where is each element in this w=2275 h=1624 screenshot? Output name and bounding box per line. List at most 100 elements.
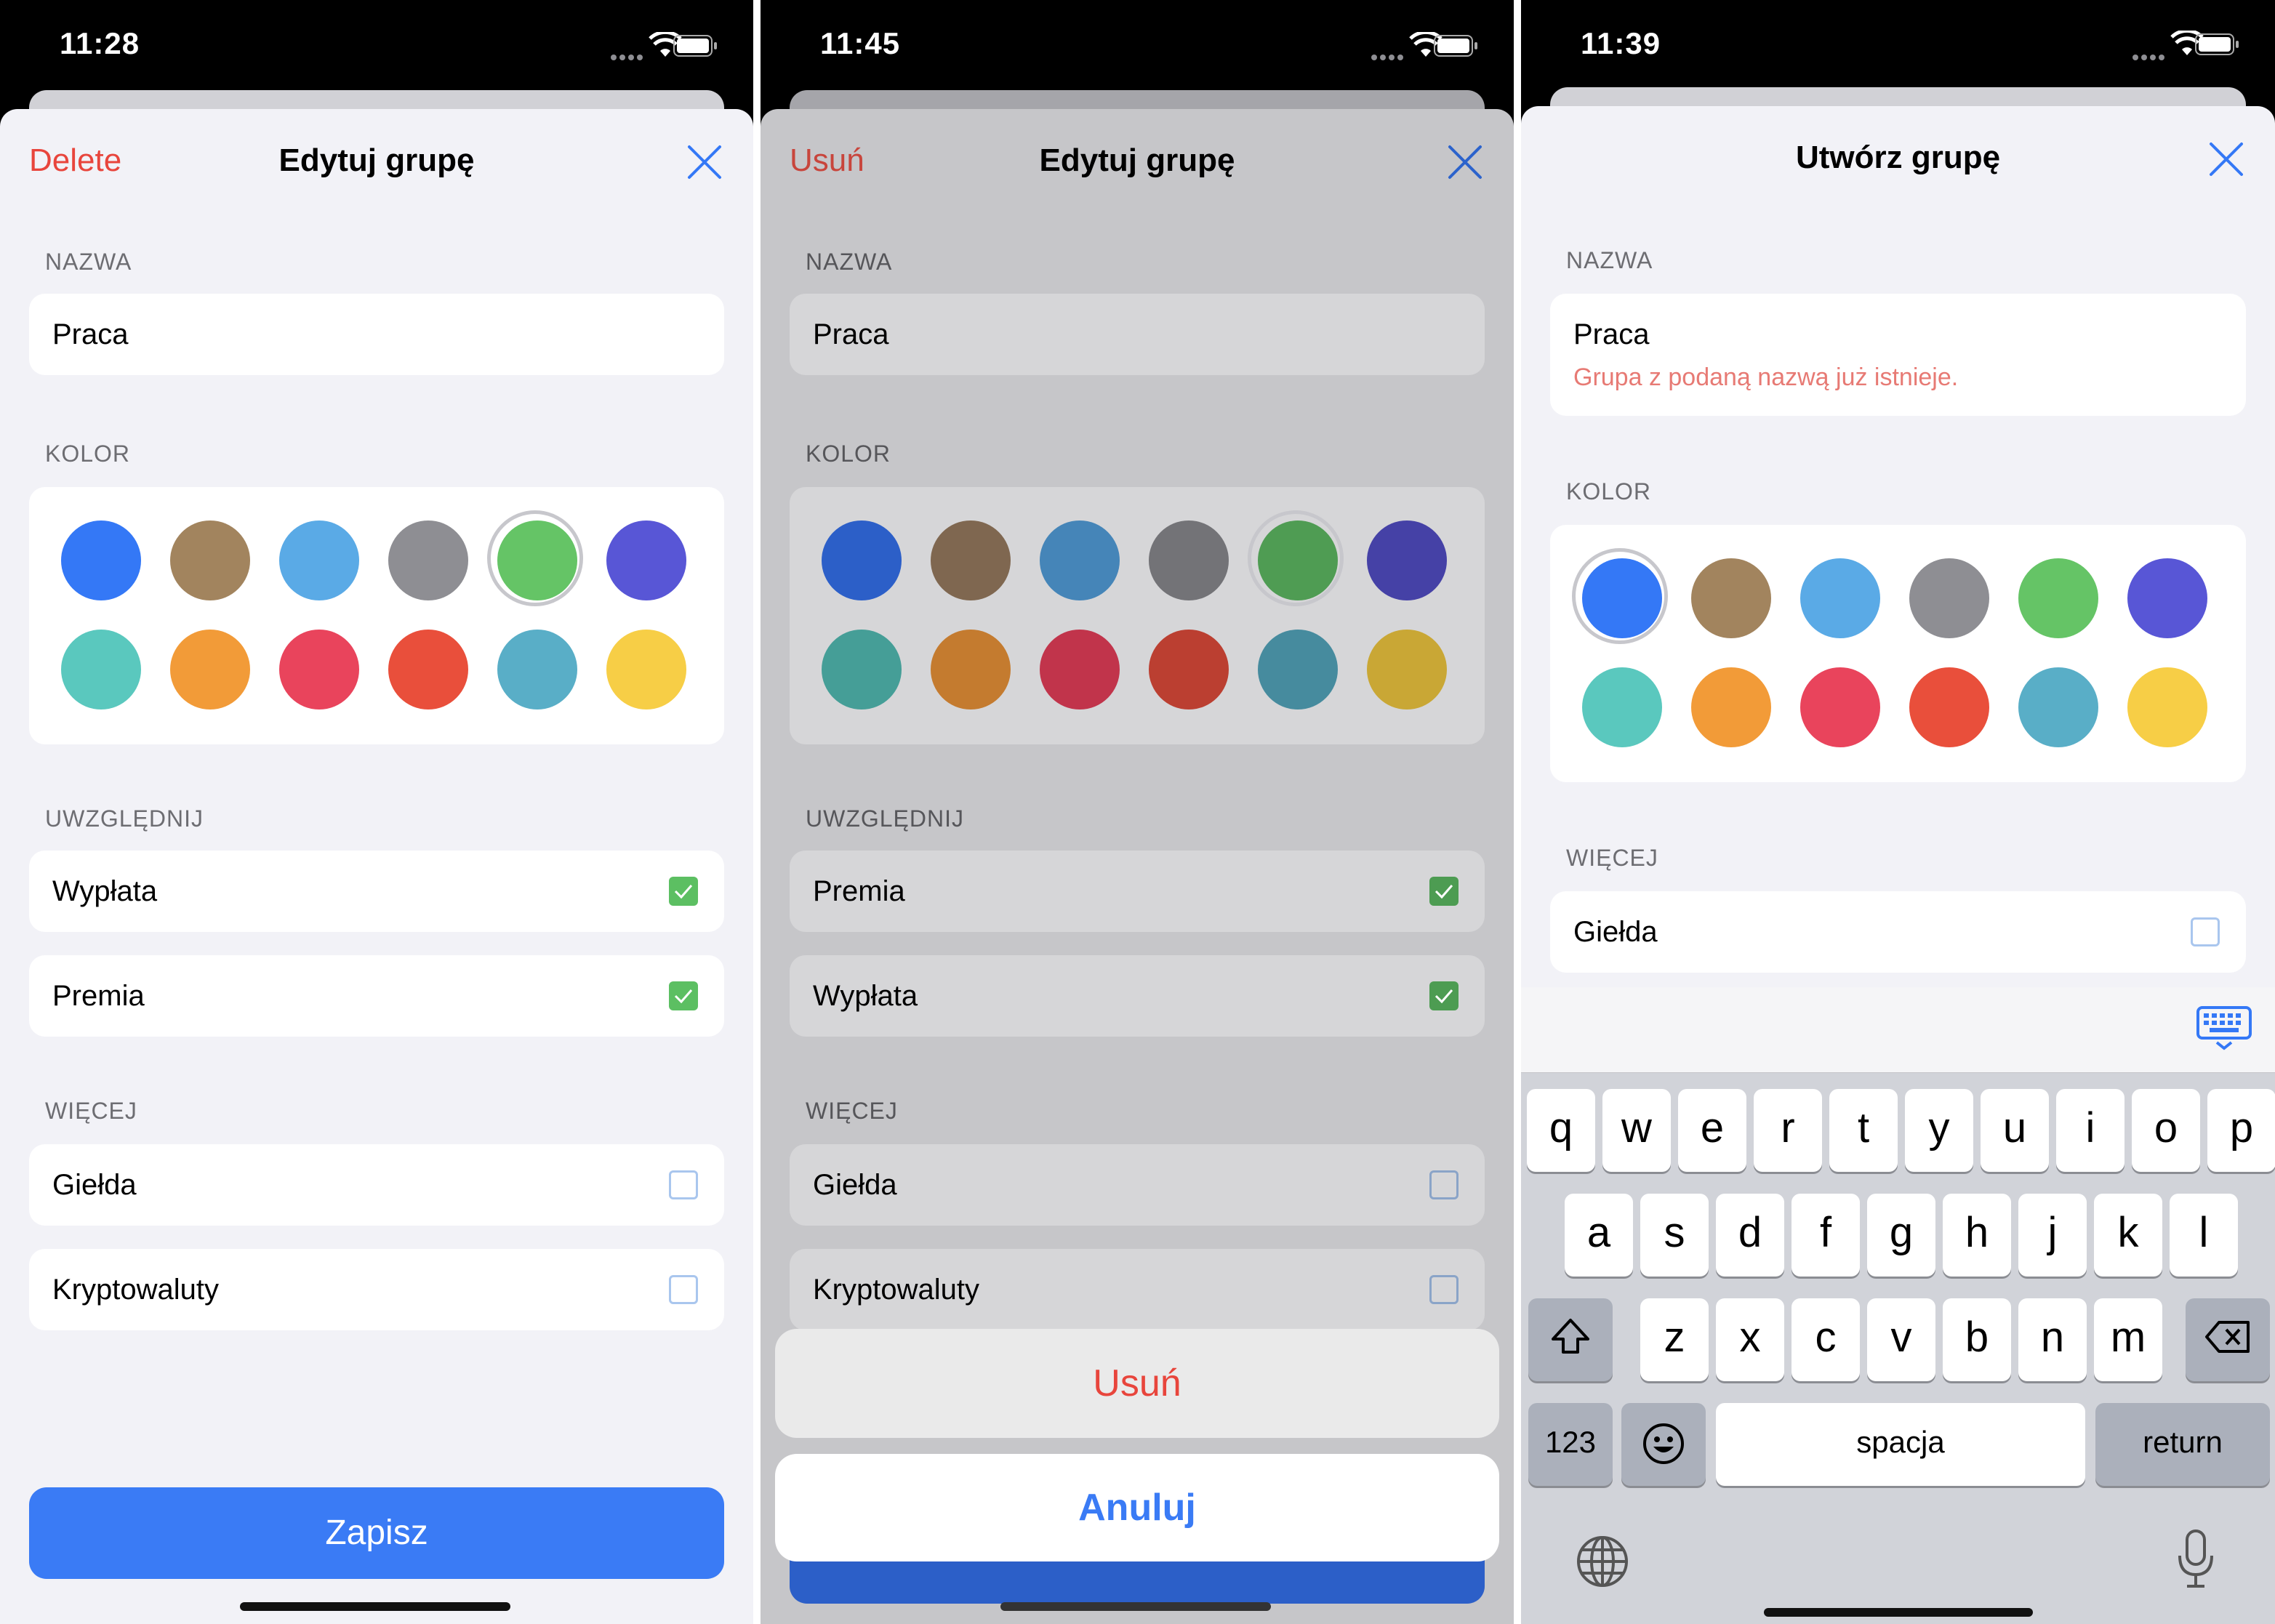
key-n[interactable]: n [2018, 1298, 2087, 1381]
key-f[interactable]: f [1791, 1194, 1860, 1277]
key-s[interactable]: s [1640, 1194, 1709, 1277]
color-swatch[interactable] [1040, 520, 1120, 600]
page-title: Edytuj grupę [278, 142, 475, 178]
color-swatch[interactable] [606, 630, 686, 710]
checkbox-checked[interactable] [669, 981, 698, 1010]
key-g[interactable]: g [1867, 1194, 1935, 1277]
color-swatch[interactable] [2018, 558, 2098, 638]
color-swatch[interactable] [931, 630, 1011, 710]
color-swatch-selected[interactable] [487, 510, 583, 606]
color-swatch[interactable] [1909, 558, 1989, 638]
color-swatch[interactable] [822, 520, 902, 600]
list-item[interactable]: Kryptowaluty [790, 1249, 1485, 1330]
key-z[interactable]: z [1640, 1298, 1709, 1381]
key-m[interactable]: m [2094, 1298, 2162, 1381]
checkbox-unchecked[interactable] [1429, 1275, 1459, 1304]
key-p[interactable]: p [2207, 1089, 2275, 1172]
list-item[interactable]: Giełda [790, 1144, 1485, 1226]
key-x[interactable]: x [1716, 1298, 1784, 1381]
list-item[interactable]: Giełda [1550, 891, 2246, 973]
backspace-key[interactable] [2186, 1298, 2270, 1381]
color-swatch[interactable] [2018, 667, 2098, 747]
key-i[interactable]: i [2056, 1089, 2124, 1172]
shift-key[interactable] [1528, 1298, 1613, 1381]
key-q[interactable]: q [1527, 1089, 1595, 1172]
key-o[interactable]: o [2132, 1089, 2200, 1172]
globe-icon[interactable] [1575, 1534, 1630, 1589]
color-swatch[interactable] [1800, 558, 1880, 638]
numbers-key[interactable]: 123 [1528, 1403, 1613, 1486]
list-item[interactable]: Giełda [29, 1144, 724, 1226]
color-swatch[interactable] [1367, 520, 1447, 600]
color-swatch[interactable] [1367, 630, 1447, 710]
color-swatch[interactable] [1582, 667, 1662, 747]
space-key[interactable]: spacja [1716, 1403, 2085, 1486]
color-swatch[interactable] [1149, 520, 1229, 600]
save-button[interactable]: Zapisz [29, 1487, 724, 1579]
key-d[interactable]: d [1716, 1194, 1784, 1277]
color-swatch[interactable] [61, 630, 141, 710]
color-swatch[interactable] [931, 520, 1011, 600]
close-icon[interactable] [686, 144, 723, 180]
checkbox-unchecked[interactable] [669, 1275, 698, 1304]
key-l[interactable]: l [2170, 1194, 2238, 1277]
checkbox-checked[interactable] [1429, 981, 1459, 1010]
return-key[interactable]: return [2095, 1403, 2270, 1486]
key-y[interactable]: y [1905, 1089, 1973, 1172]
color-swatch[interactable] [1909, 667, 1989, 747]
checkbox-checked[interactable] [669, 877, 698, 906]
list-item[interactable]: Wypłata [790, 955, 1485, 1037]
close-icon[interactable] [1447, 144, 1483, 180]
color-swatch[interactable] [170, 520, 250, 600]
color-swatch[interactable] [1800, 667, 1880, 747]
name-field[interactable]: Praca [790, 294, 1485, 375]
list-item[interactable]: Kryptowaluty [29, 1249, 724, 1330]
checkbox-unchecked[interactable] [2191, 917, 2220, 946]
color-swatch[interactable] [497, 630, 577, 710]
list-item-label: Kryptowaluty [52, 1274, 219, 1306]
key-j[interactable]: j [2018, 1194, 2087, 1277]
emoji-key[interactable] [1621, 1403, 1706, 1486]
key-w[interactable]: w [1602, 1089, 1671, 1172]
color-swatch[interactable] [388, 520, 468, 600]
list-item[interactable]: Premia [790, 851, 1485, 932]
color-swatch[interactable] [388, 630, 468, 710]
color-swatch[interactable] [1040, 630, 1120, 710]
keyboard-dismiss-icon[interactable] [2195, 1005, 2253, 1051]
key-k[interactable]: k [2094, 1194, 2162, 1277]
checkbox-unchecked[interactable] [669, 1170, 698, 1199]
name-field[interactable]: Praca Grupa z podaną nazwą już istnieje. [1550, 294, 2246, 416]
key-a[interactable]: a [1565, 1194, 1633, 1277]
color-swatch[interactable] [279, 630, 359, 710]
name-field[interactable]: Praca [29, 294, 724, 375]
color-swatch[interactable] [61, 520, 141, 600]
cancel-button[interactable]: Anuluj [775, 1454, 1499, 1561]
key-v[interactable]: v [1867, 1298, 1935, 1381]
key-e[interactable]: e [1678, 1089, 1746, 1172]
checkbox-checked[interactable] [1429, 877, 1459, 906]
key-t[interactable]: t [1829, 1089, 1898, 1172]
color-swatch[interactable] [170, 630, 250, 710]
key-h[interactable]: h [1943, 1194, 2011, 1277]
color-swatch[interactable] [1691, 667, 1771, 747]
color-swatch-selected[interactable] [1572, 548, 1668, 644]
list-item[interactable]: Wypłata [29, 851, 724, 932]
color-swatch[interactable] [1691, 558, 1771, 638]
color-swatch[interactable] [279, 520, 359, 600]
confirm-delete-button[interactable]: Usuń [775, 1329, 1499, 1438]
key-c[interactable]: c [1791, 1298, 1860, 1381]
color-swatch[interactable] [2127, 667, 2207, 747]
key-b[interactable]: b [1943, 1298, 2011, 1381]
color-swatch-selected[interactable] [1248, 510, 1344, 606]
color-swatch[interactable] [606, 520, 686, 600]
microphone-icon[interactable] [2175, 1528, 2216, 1591]
list-item[interactable]: Premia [29, 955, 724, 1037]
color-swatch[interactable] [822, 630, 902, 710]
color-swatch[interactable] [2127, 558, 2207, 638]
close-icon[interactable] [2208, 141, 2244, 177]
color-swatch[interactable] [1258, 630, 1338, 710]
checkbox-unchecked[interactable] [1429, 1170, 1459, 1199]
color-swatch[interactable] [1149, 630, 1229, 710]
key-u[interactable]: u [1981, 1089, 2049, 1172]
key-r[interactable]: r [1754, 1089, 1822, 1172]
